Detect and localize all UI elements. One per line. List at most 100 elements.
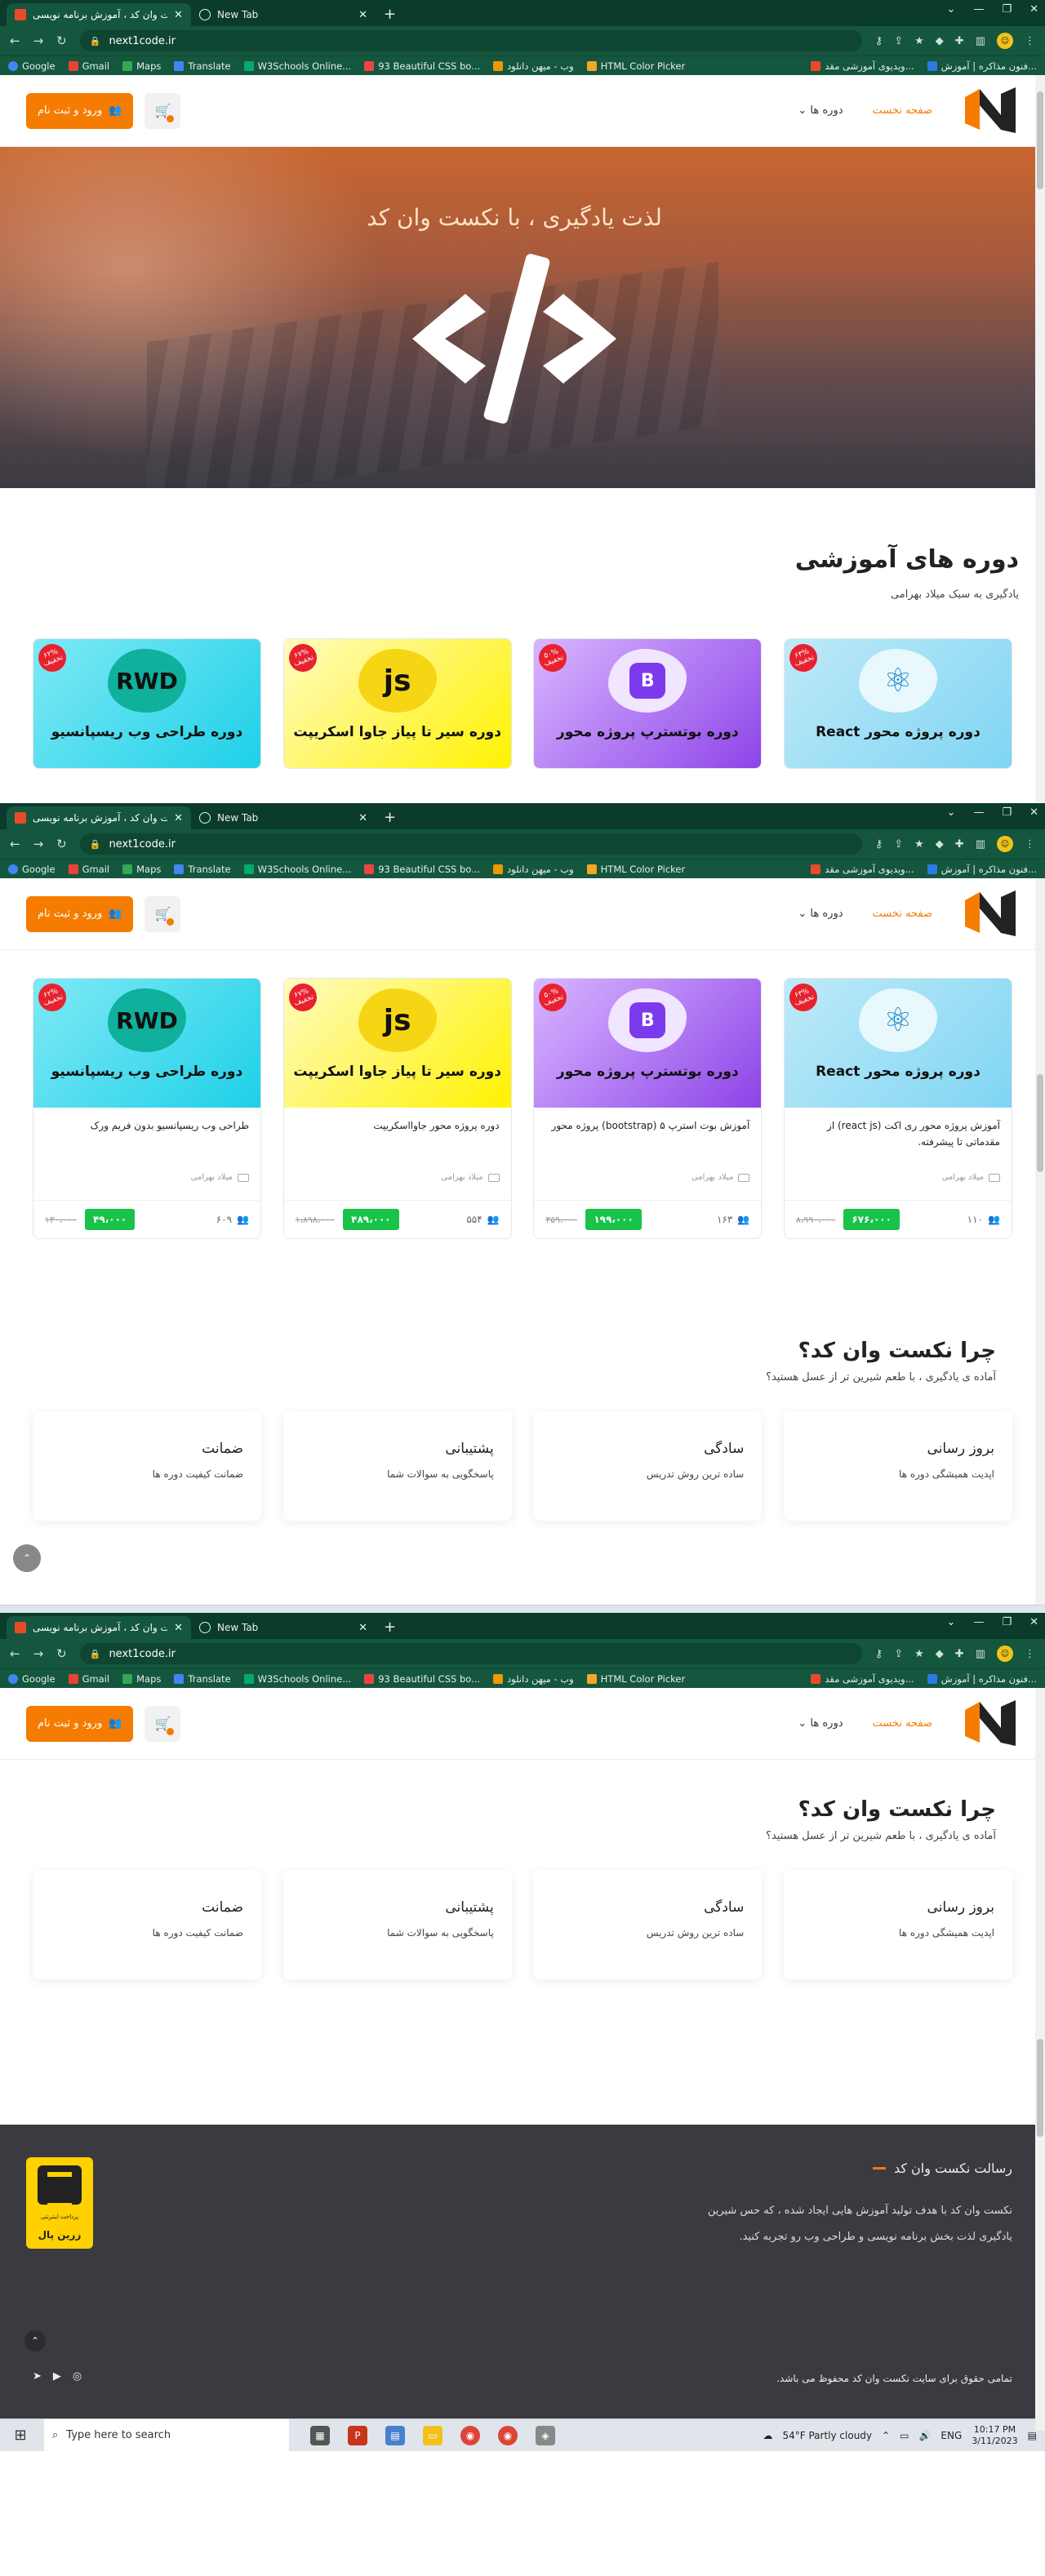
taskbar-search[interactable]: ⌕ Type here to search	[44, 2418, 289, 2452]
telegram-icon[interactable]: ➤	[33, 2370, 42, 2383]
browser-tab-new[interactable]: New Tab ✕	[191, 1616, 376, 1639]
close-tab-icon[interactable]: ✕	[358, 9, 367, 21]
back-icon[interactable]: ←	[10, 837, 20, 851]
restore-icon[interactable]: ❐	[1002, 1616, 1012, 1628]
close-tab-icon[interactable]: ✕	[174, 1622, 183, 1634]
zarinpal-badge[interactable]: پرداخت اینترنتی زرین پال	[26, 2157, 93, 2249]
extension-icon[interactable]: ◆	[936, 1648, 944, 1660]
bookmark-maps[interactable]: Maps	[122, 864, 161, 875]
restore-icon[interactable]: ❐	[1002, 806, 1012, 819]
language-indicator[interactable]: ENG	[940, 2430, 962, 2441]
bookmark-translate[interactable]: Translate	[174, 60, 231, 72]
key-icon[interactable]: ⚷	[875, 1648, 883, 1660]
sidebar-icon[interactable]: ▥	[976, 1648, 985, 1660]
new-tab-button[interactable]: +	[376, 809, 404, 829]
bookmark-translate[interactable]: Translate	[174, 864, 231, 875]
share-icon[interactable]: ⇪	[894, 1648, 903, 1660]
new-tab-button[interactable]: +	[376, 1619, 404, 1639]
forward-icon[interactable]: →	[33, 33, 44, 48]
puzzle-icon[interactable]: ✚	[955, 1648, 964, 1660]
bookmark-translate[interactable]: Translate	[174, 1673, 231, 1685]
course-card-bootstrap[interactable]: B دوره بوتسترپ پروژه محور ۵۰% تخفیف آموزش …	[533, 978, 763, 1239]
windows-start-icon[interactable]: ⊞	[7, 2427, 34, 2444]
minimize-icon[interactable]: —	[973, 806, 984, 819]
login-register-button[interactable]: ورود و ثبت نام 👥	[26, 895, 134, 932]
close-tab-icon[interactable]: ✕	[174, 812, 183, 824]
bookmark-video[interactable]: ویدیوی آموزشی مقد...	[811, 1673, 914, 1685]
extension-icon[interactable]: ◆	[936, 35, 944, 47]
forward-icon[interactable]: →	[33, 1646, 44, 1661]
bookmark-google[interactable]: Google	[8, 60, 56, 72]
nav-home-link[interactable]: صفحه نخست	[873, 104, 932, 117]
course-card-bootstrap[interactable]: B دوره بوتسترپ پروژه محور ۵۰% تخفیف	[533, 638, 763, 769]
bookmark-google[interactable]: Google	[8, 1673, 56, 1685]
page-scrollbar[interactable]	[1035, 1688, 1045, 2431]
share-icon[interactable]: ⇪	[894, 838, 903, 851]
calculator-icon[interactable]: ▤	[385, 2425, 405, 2445]
nav-home-link[interactable]: صفحه نخست	[873, 1717, 932, 1730]
close-tab-icon[interactable]: ✕	[174, 9, 183, 21]
sidebar-icon[interactable]: ▥	[976, 838, 985, 851]
clock[interactable]: 10:17 PM 3/11/2023	[972, 2424, 1017, 2447]
scroll-to-top-button[interactable]: ⌃	[24, 2330, 46, 2352]
star-icon[interactable]: ★	[914, 838, 924, 851]
close-window-icon[interactable]: ✕	[1029, 806, 1038, 819]
close-window-icon[interactable]: ✕	[1029, 3, 1038, 16]
minimize-icon[interactable]: —	[973, 3, 984, 16]
bookmark-gmail[interactable]: Gmail	[68, 864, 109, 875]
course-title[interactable]: آموزش بوت استرپ ۵ (bootstrap) پروژه محور	[545, 1117, 750, 1150]
close-window-icon[interactable]: ✕	[1029, 1616, 1038, 1628]
bookmark-w3schools[interactable]: W3Schools Online...	[243, 864, 351, 875]
site-logo[interactable]	[962, 82, 1019, 140]
menu-dots-icon[interactable]: ⋮	[1025, 838, 1035, 851]
back-icon[interactable]: ←	[10, 33, 20, 48]
youtube-icon[interactable]: ▶	[53, 2370, 61, 2383]
forward-icon[interactable]: →	[33, 837, 44, 851]
url-field[interactable]: 🔒 next1code.ir	[79, 833, 862, 855]
course-card-react[interactable]: ⚛ دوره پروژه محور React ۶۳% تخفیف آموزش پر…	[783, 978, 1012, 1239]
bookmark-gmail[interactable]: Gmail	[68, 1673, 109, 1685]
cart-button[interactable]: 🛒	[145, 895, 181, 932]
course-title[interactable]: دوره پروژه محور جاوااسکریپت	[296, 1117, 499, 1150]
bookmark-video[interactable]: ویدیوی آموزشی مقد...	[811, 864, 914, 875]
nav-courses-dropdown[interactable]: دوره ها ⌄	[798, 908, 843, 920]
scroll-to-top-button[interactable]: ⌃	[13, 1544, 41, 1572]
nav-home-link[interactable]: صفحه نخست	[873, 908, 932, 920]
browser-tab-new[interactable]: New Tab ✕	[191, 806, 376, 829]
browser-tab-site[interactable]: نکست وان کد ، آموزش برنامه نویسی ✕	[7, 806, 191, 829]
nav-courses-dropdown[interactable]: دوره ها ⌄	[798, 104, 843, 117]
bookmark-css[interactable]: 93 Beautiful CSS bo...	[364, 864, 480, 875]
folder-icon[interactable]: ▭	[423, 2425, 442, 2445]
bookmark-gmail[interactable]: Gmail	[68, 60, 109, 72]
chevron-down-icon[interactable]: ⌄	[947, 1616, 956, 1628]
menu-dots-icon[interactable]: ⋮	[1025, 1648, 1035, 1660]
bookmark-color-picker[interactable]: HTML Color Picker	[586, 864, 685, 875]
tray-chevron-icon[interactable]: ⌃	[882, 2430, 890, 2441]
bookmark-negotiation[interactable]: فنون مذاکره | آموزش...	[927, 864, 1037, 875]
course-card-js[interactable]: js دوره سیر تا پیاز جاوا اسکریپت ۶۷% تخفیف…	[282, 978, 512, 1239]
bookmark-color-picker[interactable]: HTML Color Picker	[586, 1673, 685, 1685]
restore-icon[interactable]: ❐	[1002, 3, 1012, 16]
cart-button[interactable]: 🛒	[145, 1705, 181, 1742]
star-icon[interactable]: ★	[914, 1648, 924, 1660]
app-generic-icon[interactable]: ◈	[536, 2425, 555, 2445]
sidebar-icon[interactable]: ▥	[976, 35, 985, 47]
weather-text[interactable]: 54°F Partly cloudy	[783, 2430, 873, 2441]
chrome-icon[interactable]: ◉	[460, 2425, 480, 2445]
site-logo[interactable]	[962, 1695, 1019, 1752]
menu-dots-icon[interactable]: ⋮	[1025, 35, 1035, 47]
profile-avatar[interactable]: ☺	[997, 1646, 1013, 1662]
page-scrollbar[interactable]	[1035, 75, 1045, 803]
bookmark-negotiation[interactable]: فنون مذاکره | آموزش...	[927, 60, 1037, 72]
volume-icon[interactable]: 🔊	[918, 2430, 931, 2441]
login-register-button[interactable]: ورود و ثبت نام 👥	[26, 1705, 134, 1742]
app-p-icon[interactable]: P	[348, 2425, 367, 2445]
course-card-js[interactable]: js دوره سیر تا پیاز جاوا اسکریپت ۶۷% تخفیف	[282, 638, 512, 769]
profile-avatar[interactable]: ☺	[997, 836, 1013, 852]
back-icon[interactable]: ←	[10, 1646, 20, 1661]
reload-icon[interactable]: ↻	[56, 837, 67, 851]
bookmark-video[interactable]: ویدیوی آموزشی مقد...	[811, 60, 914, 72]
new-tab-button[interactable]: +	[376, 6, 404, 26]
course-card-react[interactable]: ⚛ دوره پروژه محور React ۶۳% تخفیف	[783, 638, 1012, 769]
notification-icon[interactable]: ▤	[1028, 2430, 1037, 2441]
